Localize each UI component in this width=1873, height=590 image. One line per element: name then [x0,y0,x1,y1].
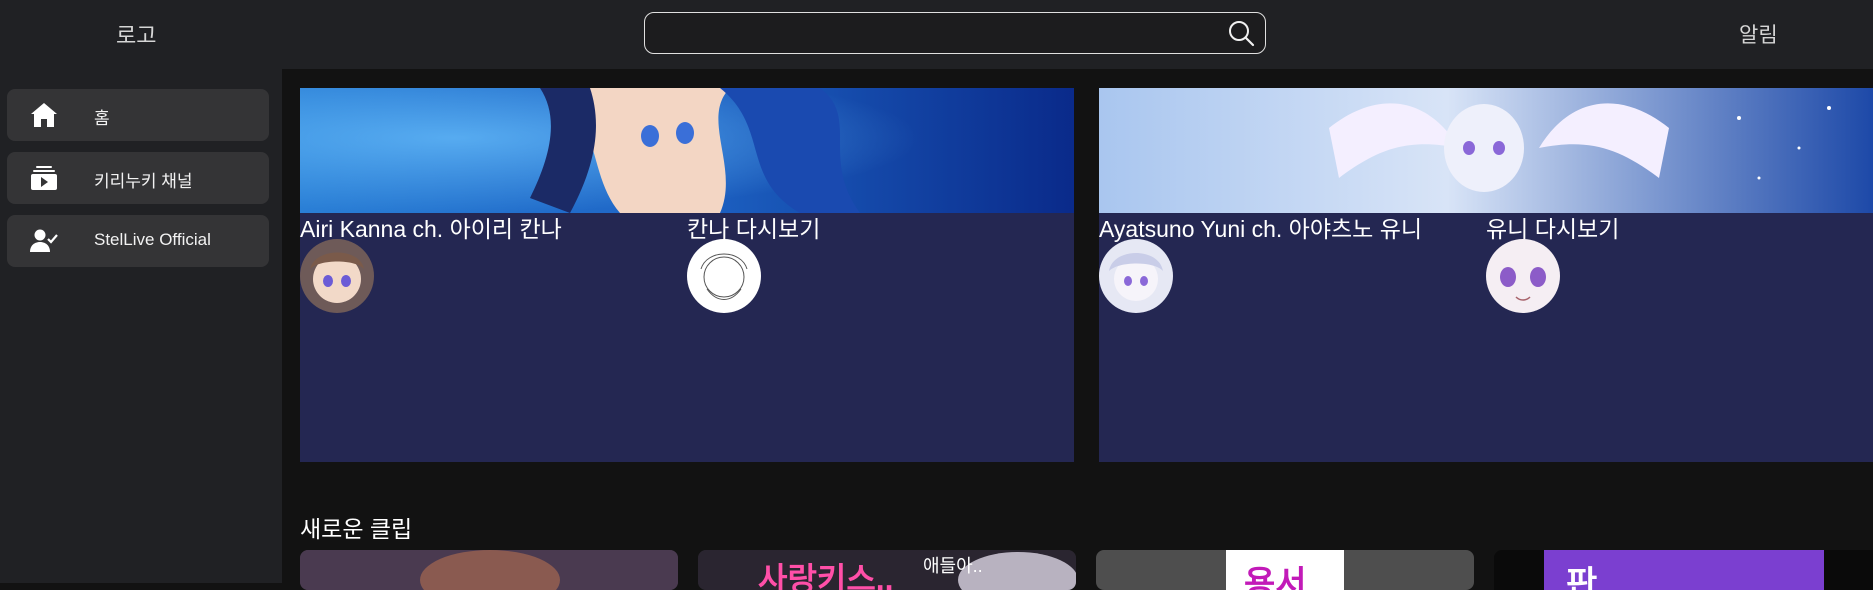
channel-banner [300,88,1074,213]
replay-avatar[interactable] [687,239,761,313]
search-input[interactable] [657,19,1201,49]
sidebar-item-label: 홈 [94,109,110,128]
notifications-button[interactable]: 알림 [1739,19,1778,49]
sidebar: 홈 키리누키 채널 StelLive Official [0,69,282,583]
clip-thumb-text: 판 [1566,565,1598,590]
verified-user-icon [30,229,58,252]
channel-name[interactable]: Ayatsuno Yuni ch. 아야츠노 유니 [1099,210,1422,244]
top-bar: 로고 알림 [0,0,1873,69]
clip-thumbnail[interactable]: 판 [1494,550,1873,590]
section-title: 새로운 클립 [300,516,413,542]
sidebar-item-kirinuki-channel[interactable]: 키리누키 채널 [7,152,269,204]
channel-avatar[interactable] [1099,239,1173,313]
clip-thumbnail[interactable] [300,550,678,590]
clip-thumb-text: 용서 [1244,565,1307,590]
logo[interactable]: 로고 [116,18,156,50]
search-icon[interactable] [1227,19,1255,47]
clip-thumbnail[interactable]: 사랑키스.. 애들아.. [698,550,1076,590]
channel-banner [1099,88,1873,213]
sidebar-item-label: 키리누키 채널 [94,172,193,191]
replay-link[interactable]: 유니 다시보기 [1486,210,1619,244]
video-channel-icon [31,166,57,190]
streamer-card[interactable]: Airi Kanna ch. 아이리 칸나 칸나 다시보기 [300,88,1074,462]
clip-thumb-subtext: 애들아.. [923,556,983,576]
sidebar-item-home[interactable]: 홈 [7,89,269,141]
sidebar-item-stellive-official[interactable]: StelLive Official [7,215,269,267]
home-icon [31,103,57,127]
sidebar-item-label: StelLive Official [94,230,211,249]
streamer-card[interactable]: Ayatsuno Yuni ch. 아야츠노 유니 유니 다시보기 [1099,88,1873,462]
replay-avatar[interactable] [1486,239,1560,313]
channel-avatar[interactable] [300,239,374,313]
replay-link[interactable]: 칸나 다시보기 [687,210,820,244]
search-box[interactable] [644,12,1266,54]
clip-thumb-text: 사랑키스.. [758,561,894,590]
clip-thumbnail-image [300,550,678,590]
clip-thumbnail[interactable]: 용서 [1096,550,1474,590]
